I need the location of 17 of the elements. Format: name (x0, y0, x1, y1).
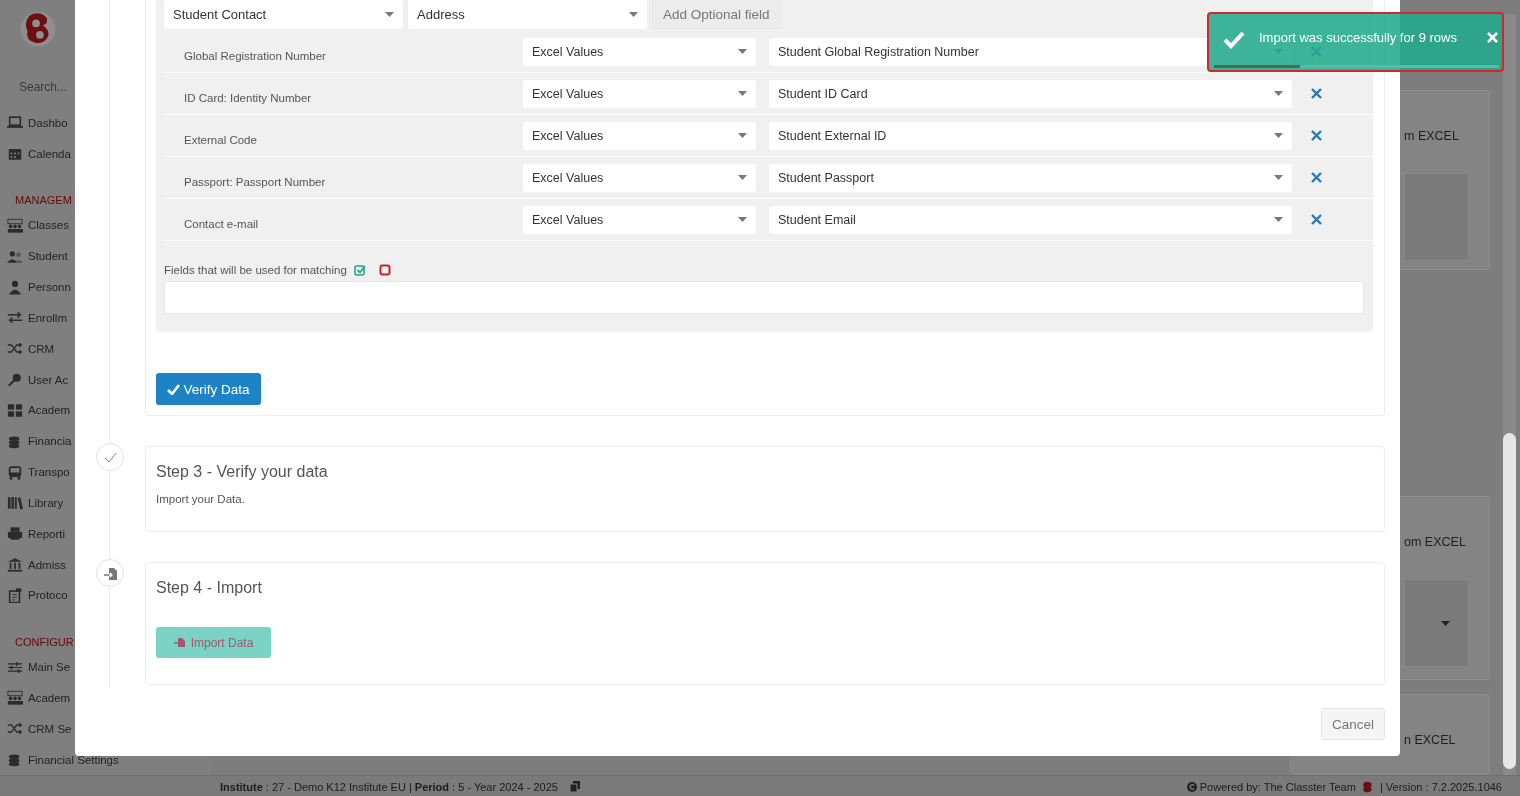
field-label: Passport: Passport Number (183, 174, 327, 188)
card-text: m EXCEL (1404, 129, 1460, 143)
card-text: n EXCEL (1404, 733, 1457, 747)
card-text: om EXCEL (1404, 535, 1467, 549)
section-heading: MANAGEM (15, 194, 72, 206)
field-label: Global Registration Number (183, 48, 327, 62)
matching-label: Fields that will be used for matching (164, 264, 347, 276)
field-label: External Code (183, 132, 258, 146)
field-label: ID Card: Identity Number (183, 90, 313, 104)
version-text: | Version : 7.2.2025.1046 (1379, 780, 1502, 793)
credit-text: Powered by: The Classter Team (1199, 780, 1356, 793)
section-heading: CONFIGUR (15, 635, 74, 648)
field-label: Contact e-mail (183, 216, 260, 230)
step-description: Import your Data. (156, 493, 246, 505)
step-title: Step 3 - Verify your data (156, 463, 329, 481)
context-info: Institute : 27 - Demo K12 Institute EU | Period : 5 - Year 2024 - 2025 (220, 780, 558, 793)
step-title: Step 4 - Import (156, 579, 263, 597)
